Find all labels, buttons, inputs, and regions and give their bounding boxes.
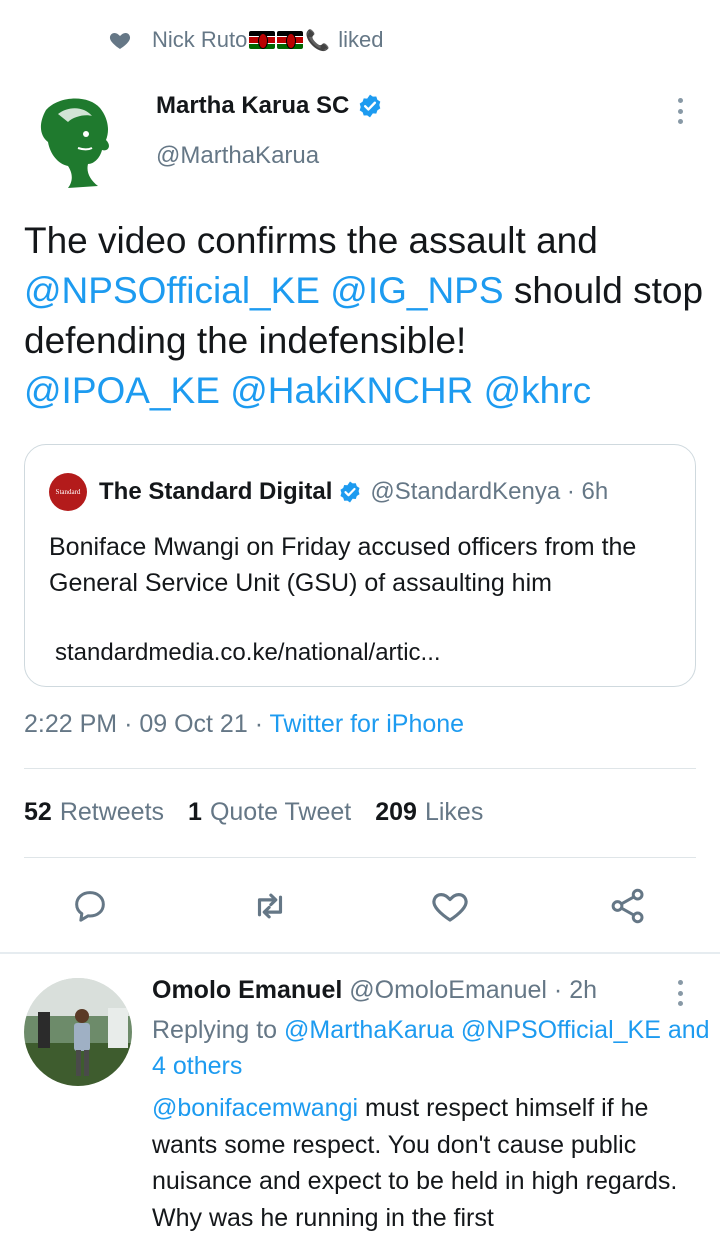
replying-to: Replying to @MarthaKarua @NPSOfficial_KE… [152,1012,712,1084]
divider [24,857,696,858]
mention-link[interactable]: @khrc [484,370,591,411]
context-action: liked [338,27,384,52]
more-options-icon[interactable] [668,96,692,126]
retweets-stat[interactable]: 52 Retweets [24,798,164,827]
replying-mention[interactable]: @MarthaKarua [284,1016,454,1044]
share-icon [611,888,644,924]
quoted-link[interactable]: standardmedia.co.ke/national/artic... [55,639,441,667]
standard-logo: Standard [49,473,87,511]
reply-text: @bonifacemwangi must respect himself if … [152,1090,712,1236]
divider [24,768,696,769]
action-bar [0,884,720,930]
heart-icon [109,33,131,49]
mention-link[interactable]: @IG_NPS [330,270,503,311]
replying-mention[interactable]: @NPSOfficial_KE [461,1016,661,1044]
tweet-date: 09 Oct 21 [139,710,248,738]
author-handle[interactable]: @MarthaKarua [156,142,319,170]
like-icon [432,893,468,922]
reply-author-avatar[interactable] [24,978,132,1086]
quoted-tweet-card[interactable]: Standard The Standard Digital @StandardK… [24,444,696,687]
reply-author-name: Omolo Emanuel [152,976,343,1004]
verified-badge-icon [360,94,381,118]
tweet-source-link[interactable]: Twitter for iPhone [270,710,465,738]
like-button[interactable] [428,884,472,928]
context-user: Nick Ruto [152,27,248,52]
likes-stat[interactable]: 209 Likes [375,798,483,827]
tweet-time: 2:22 PM [24,710,118,738]
dot-separator: · [124,710,140,738]
tweet-text-part: The video confirms the assault and [24,220,598,261]
mention-link[interactable]: @bonifacemwangi [152,1094,358,1122]
social-context[interactable]: Nick Ruto 📞 liked [108,26,384,54]
phone-icon: 📞 [305,29,331,52]
author-avatar[interactable] [28,88,132,192]
dot-separator: · [560,478,582,505]
quoted-author-name: The Standard Digital [99,478,333,505]
tweet-text: The video confirms the assault and @NPSO… [24,216,704,416]
mention-link[interactable]: @IPOA_KE [24,370,220,411]
reply-author-row[interactable]: Omolo Emanuel @OmoloEmanuel · 2h [152,976,597,1005]
dot-separator: · [553,976,570,1004]
retweet-icon [257,893,283,919]
quotes-stat[interactable]: 1 Quote Tweet [188,798,351,827]
reply-more-options-icon[interactable] [670,980,690,1006]
share-button[interactable] [606,884,650,928]
quoted-tweet-header: Standard The Standard Digital @StandardK… [49,473,608,511]
kenya-flag-icons [249,31,304,49]
author-name-row[interactable]: Martha Karua SC [156,92,383,120]
quoted-age: 6h [581,478,609,505]
quoted-tweet-text: Boniface Mwangi on Friday accused office… [49,533,637,597]
kenya-flag-icon [249,31,276,49]
verified-badge-icon [340,481,360,503]
reply-age: 2h [569,976,597,1004]
quoted-author-handle: @StandardKenya [370,478,561,505]
mention-link[interactable]: @HakiKNCHR [230,370,473,411]
portrait-silhouette-icon [40,98,109,188]
retweet-button[interactable] [248,884,292,928]
author-name: Martha Karua SC [156,92,350,119]
avatar-photo [24,978,132,1076]
section-separator [0,952,720,954]
tweet-meta: 2:22 PM · 09 Oct 21 · Twitter for iPhone [24,710,464,739]
tweet-stats: 52 Retweets 1 Quote Tweet 209 Likes [24,798,483,827]
reply-icon [75,891,105,922]
dot-separator: · [254,710,270,738]
mention-link[interactable]: @NPSOfficial_KE [24,270,320,311]
reply-button[interactable] [68,884,112,928]
replying-prefix: Replying to [152,1016,278,1044]
reply-author-handle: @OmoloEmanuel [349,976,547,1004]
kenya-flag-icon [277,31,304,49]
